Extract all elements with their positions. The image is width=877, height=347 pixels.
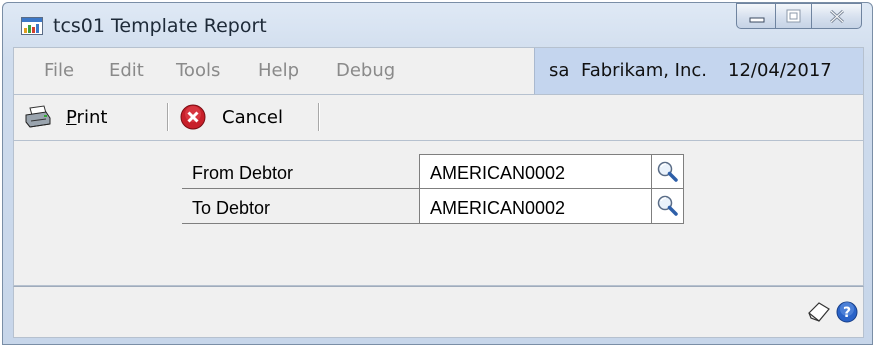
menu-debug[interactable]: Debug bbox=[336, 60, 395, 81]
menu-tools[interactable]: Tools bbox=[176, 60, 220, 81]
minimize-button[interactable] bbox=[736, 3, 776, 29]
printer-icon bbox=[24, 105, 52, 129]
menu-file[interactable]: File bbox=[44, 60, 74, 81]
magnifier-icon bbox=[657, 161, 678, 182]
report-options: From Debtor To Debtor bbox=[13, 141, 864, 286]
company-name: Fabrikam, Inc. bbox=[581, 60, 708, 81]
to-debtor-lookup-button[interactable] bbox=[652, 189, 684, 224]
toolbar-separator bbox=[167, 103, 169, 131]
report-window-icon bbox=[21, 17, 43, 35]
menu-help[interactable]: Help bbox=[258, 60, 299, 81]
from-debtor-input[interactable] bbox=[419, 154, 652, 189]
menu-bar: File Edit Tools Help Debug sa Fabrikam, … bbox=[13, 47, 864, 95]
note-icon[interactable] bbox=[807, 301, 831, 327]
caption-buttons bbox=[736, 3, 862, 29]
close-button[interactable] bbox=[812, 3, 862, 29]
help-icon[interactable]: ? bbox=[836, 301, 858, 327]
menu-edit[interactable]: Edit bbox=[109, 60, 144, 81]
maximize-button[interactable] bbox=[776, 3, 812, 29]
toolbar: Print Cancel bbox=[13, 95, 864, 141]
minimize-icon bbox=[749, 17, 765, 23]
user-name: sa bbox=[549, 60, 570, 81]
user-company-date: sa Fabrikam, Inc. 12/04/2017 bbox=[534, 48, 863, 94]
report-window: tcs01 Template Report File Edit Tools He… bbox=[2, 2, 873, 345]
toolbar-separator bbox=[318, 103, 320, 131]
from-debtor-row: From Debtor bbox=[182, 154, 702, 189]
maximize-icon bbox=[786, 9, 801, 23]
from-debtor-label: From Debtor bbox=[182, 154, 419, 189]
close-icon bbox=[829, 9, 845, 24]
svg-text:?: ? bbox=[843, 305, 851, 321]
status-bar: ? bbox=[13, 286, 864, 338]
title-bar[interactable]: tcs01 Template Report bbox=[3, 3, 872, 49]
user-date: 12/04/2017 bbox=[728, 60, 832, 81]
cancel-button[interactable]: Cancel bbox=[180, 95, 283, 139]
to-debtor-row: To Debtor bbox=[182, 189, 702, 224]
to-debtor-label: To Debtor bbox=[182, 189, 419, 224]
cancel-label: Cancel bbox=[222, 106, 283, 128]
cancel-circle-icon bbox=[180, 104, 206, 130]
window-title: tcs01 Template Report bbox=[53, 15, 267, 37]
to-debtor-input[interactable] bbox=[419, 189, 652, 224]
from-debtor-lookup-button[interactable] bbox=[652, 154, 684, 189]
magnifier-icon bbox=[657, 195, 678, 216]
print-button[interactable]: Print bbox=[24, 95, 107, 139]
print-label: Print bbox=[66, 106, 108, 128]
